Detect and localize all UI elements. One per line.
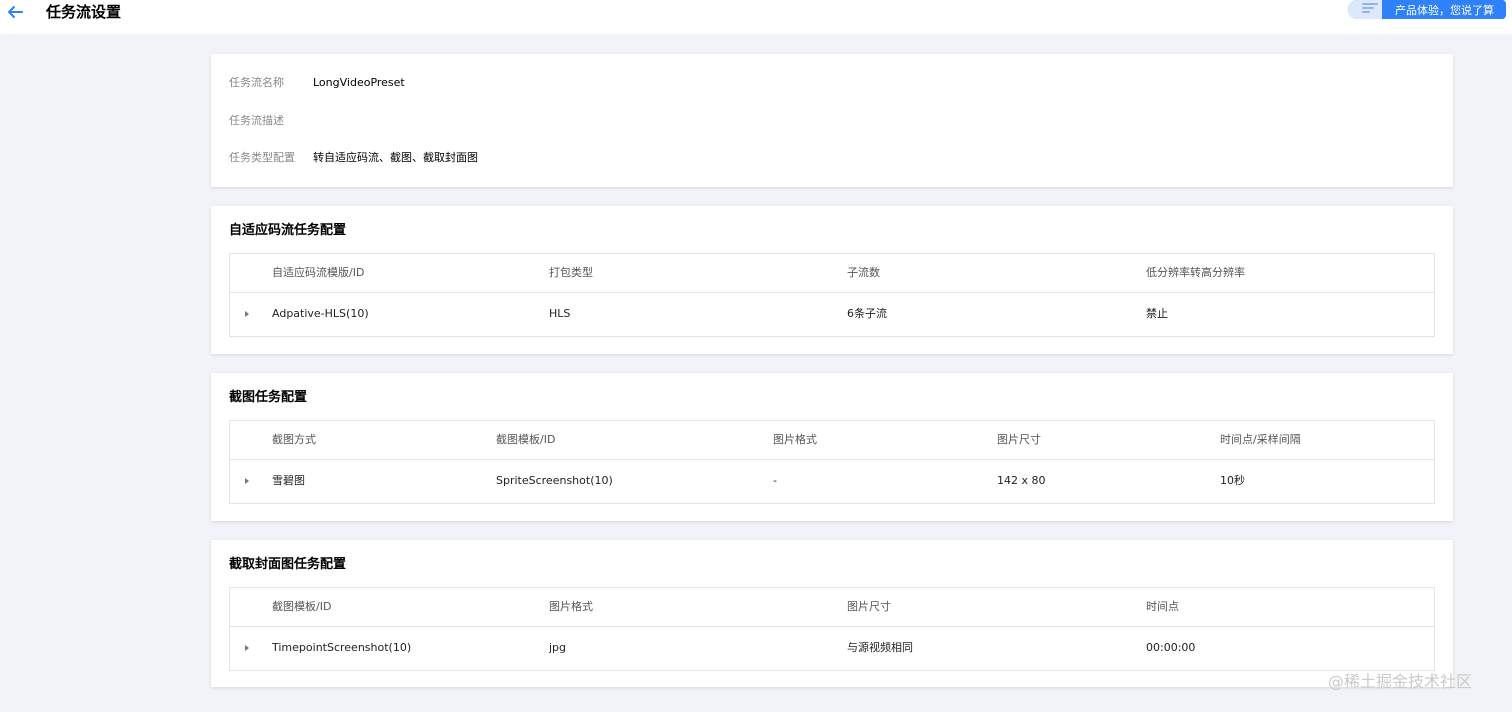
column-header: 低分辨率转高分辨率 bbox=[1146, 266, 1245, 279]
table-cell: - bbox=[773, 474, 777, 487]
table-cell: Adpative-HLS(10) bbox=[272, 307, 369, 320]
column-header: 自适应码流模版/ID bbox=[272, 266, 365, 279]
info-label: 任务类型配置 bbox=[229, 151, 295, 164]
table-row: TimepointScreenshot(10) jpg 与源视频相同 00:00… bbox=[230, 627, 1434, 670]
arrow-left-icon[interactable] bbox=[6, 3, 24, 21]
column-header: 图片尺寸 bbox=[997, 433, 1041, 446]
table-cell: 6条子流 bbox=[847, 307, 887, 320]
info-value: 转自适应码流、截图、截取封面图 bbox=[313, 151, 478, 164]
table-row: Adpative-HLS(10) HLS 6条子流 禁止 bbox=[230, 293, 1434, 336]
screenshot-table: 截图方式 截图模板/ID 图片格式 图片尺寸 时间点/采样间隔 雪碧图 Spri… bbox=[229, 420, 1435, 504]
table-header: 自适应码流模版/ID 打包类型 子流数 低分辨率转高分辨率 bbox=[230, 254, 1434, 293]
adaptive-config-card: 自适应码流任务配置 自适应码流模版/ID 打包类型 子流数 低分辨率转高分辨率 … bbox=[211, 206, 1453, 354]
section-title: 截取封面图任务配置 bbox=[229, 557, 347, 572]
table-cell: 10秒 bbox=[1220, 474, 1245, 487]
info-label: 任务流描述 bbox=[229, 114, 284, 127]
table-cell: 142 x 80 bbox=[997, 474, 1046, 487]
basic-info-card: 任务流名称 LongVideoPreset 任务流描述 任务类型配置 转自适应码… bbox=[211, 54, 1453, 187]
feedback-label: 产品体验，您说了算 bbox=[1395, 3, 1494, 17]
column-header: 截图方式 bbox=[272, 433, 316, 446]
cover-table: 截图模板/ID 图片格式 图片尺寸 时间点 TimepointScreensho… bbox=[229, 587, 1435, 671]
info-value: LongVideoPreset bbox=[313, 76, 405, 89]
table-header: 截图方式 截图模板/ID 图片格式 图片尺寸 时间点/采样间隔 bbox=[230, 421, 1434, 460]
column-header: 子流数 bbox=[847, 266, 880, 279]
cover-config-card: 截取封面图任务配置 截图模板/ID 图片格式 图片尺寸 时间点 Timepoin… bbox=[211, 540, 1453, 687]
table-header: 截图模板/ID 图片格式 图片尺寸 时间点 bbox=[230, 588, 1434, 627]
table-cell: 00:00:00 bbox=[1146, 641, 1196, 654]
table-cell: 与源视频相同 bbox=[847, 641, 913, 654]
caret-right-icon[interactable] bbox=[243, 643, 251, 653]
table-cell: TimepointScreenshot(10) bbox=[272, 641, 412, 654]
screenshot-config-card: 截图任务配置 截图方式 截图模板/ID 图片格式 图片尺寸 时间点/采样间隔 雪… bbox=[211, 373, 1453, 521]
table-cell: 雪碧图 bbox=[272, 474, 305, 487]
column-header: 截图模板/ID bbox=[496, 433, 556, 446]
table-row: 雪碧图 SpriteScreenshot(10) - 142 x 80 10秒 bbox=[230, 460, 1434, 503]
table-cell: HLS bbox=[549, 307, 571, 320]
feedback-button[interactable]: 产品体验，您说了算 bbox=[1348, 0, 1506, 19]
caret-right-icon[interactable] bbox=[243, 309, 251, 319]
adaptive-table: 自适应码流模版/ID 打包类型 子流数 低分辨率转高分辨率 Adpative-H… bbox=[229, 253, 1435, 337]
column-header: 图片尺寸 bbox=[847, 600, 891, 613]
column-header: 截图模板/ID bbox=[272, 600, 332, 613]
column-header: 图片格式 bbox=[549, 600, 593, 613]
table-cell: 禁止 bbox=[1146, 307, 1168, 320]
section-title: 截图任务配置 bbox=[229, 390, 308, 405]
column-header: 时间点/采样间隔 bbox=[1220, 433, 1301, 446]
caret-right-icon[interactable] bbox=[243, 476, 251, 486]
top-bar: 任务流设置 产品体验，您说了算 bbox=[0, 0, 1512, 34]
watermark: @稀土掘金技术社区 bbox=[1328, 672, 1473, 691]
section-title: 自适应码流任务配置 bbox=[229, 223, 347, 238]
table-cell: jpg bbox=[549, 641, 567, 654]
document-icon bbox=[1348, 0, 1382, 19]
column-header: 时间点 bbox=[1146, 600, 1179, 613]
info-label: 任务流名称 bbox=[229, 76, 284, 89]
column-header: 图片格式 bbox=[773, 433, 817, 446]
page-title: 任务流设置 bbox=[46, 3, 122, 21]
column-header: 打包类型 bbox=[549, 266, 593, 279]
table-cell: SpriteScreenshot(10) bbox=[496, 474, 613, 487]
